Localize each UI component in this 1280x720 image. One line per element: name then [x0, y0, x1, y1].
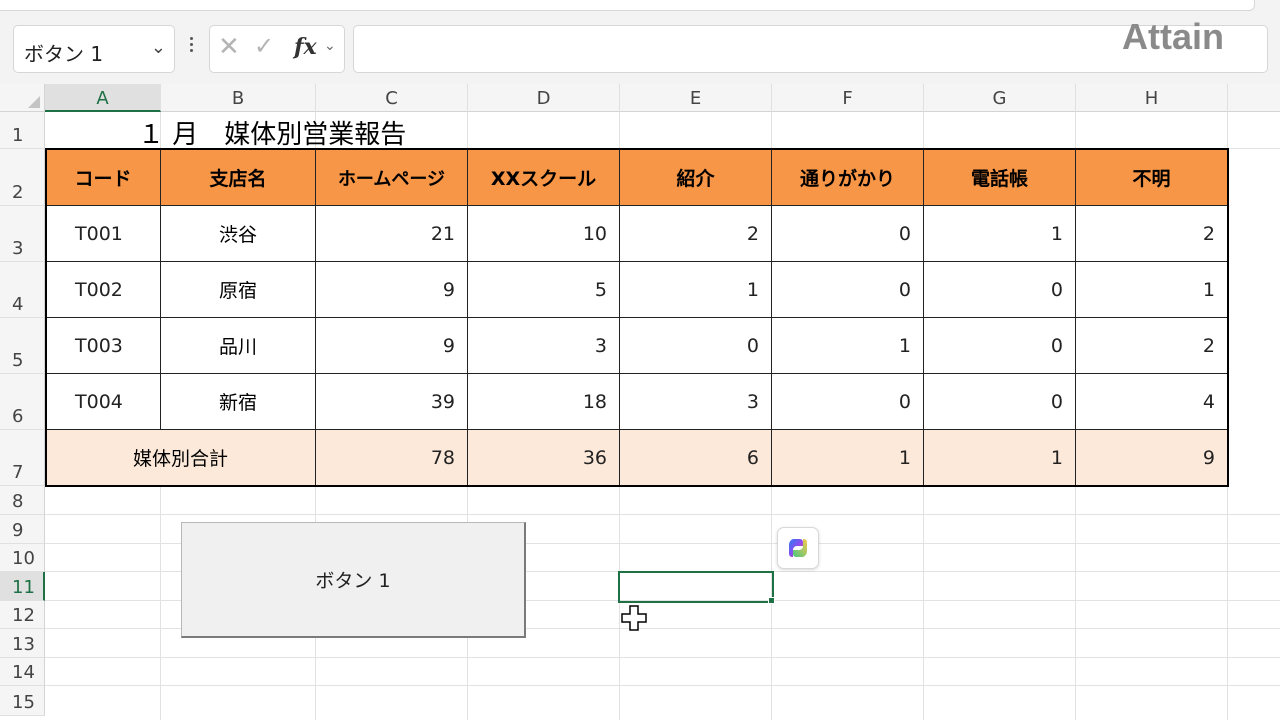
column-header[interactable]: A: [45, 84, 161, 112]
ribbon-edge: [0, 0, 1280, 14]
total-value-cell[interactable]: 1: [771, 429, 924, 486]
total-label-cell[interactable]: 媒体別合計: [45, 429, 316, 486]
chevron-down-icon[interactable]: ⌄: [324, 38, 336, 54]
total-value-cell[interactable]: 78: [315, 429, 468, 486]
value-cell[interactable]: 0: [923, 261, 1076, 318]
column-header[interactable]: D: [468, 84, 620, 112]
column-header-row: A B C D E F G H: [0, 84, 1280, 112]
header-cell[interactable]: ホームページ: [315, 149, 468, 206]
chevron-down-icon[interactable]: ⌄: [151, 37, 166, 58]
code-cell[interactable]: T001: [45, 205, 161, 262]
branch-cell[interactable]: 品川: [160, 317, 316, 374]
value-cell[interactable]: 0: [771, 373, 924, 430]
column-header[interactable]: H: [1076, 84, 1228, 112]
active-cell-selection[interactable]: [618, 571, 774, 603]
value-cell[interactable]: 0: [771, 261, 924, 318]
value-cell[interactable]: 10: [467, 205, 620, 262]
value-cell[interactable]: 0: [923, 317, 1076, 374]
row-header[interactable]: 9: [0, 515, 45, 544]
row-header[interactable]: 10: [0, 544, 45, 572]
worksheet-grid[interactable]: A B C D E F G H 1 2 3 4 5 6 7 8 9 10 11 …: [0, 84, 1280, 720]
cell-cursor-icon: [621, 605, 647, 635]
more-options-icon[interactable]: [185, 34, 197, 64]
row-header[interactable]: 5: [0, 318, 45, 374]
copilot-icon[interactable]: [777, 527, 819, 569]
row-header[interactable]: 1: [0, 112, 45, 149]
total-value-cell[interactable]: 6: [619, 429, 772, 486]
brand-logo: Attain: [1122, 16, 1224, 57]
name-box-value: ボタン 1: [24, 42, 104, 66]
value-cell[interactable]: 1: [923, 205, 1076, 262]
value-cell[interactable]: 1: [771, 317, 924, 374]
value-cell[interactable]: 1: [619, 261, 772, 318]
value-cell[interactable]: 9: [315, 261, 468, 318]
report-title: １ 月 媒体別営業報告: [138, 120, 407, 150]
select-all-corner[interactable]: [0, 84, 45, 112]
value-cell[interactable]: 4: [1075, 373, 1228, 430]
column-header[interactable]: E: [620, 84, 772, 112]
value-cell[interactable]: 3: [467, 317, 620, 374]
value-cell[interactable]: 2: [619, 205, 772, 262]
value-cell[interactable]: 9: [315, 317, 468, 374]
row-header[interactable]: 2: [0, 149, 45, 206]
total-value-cell[interactable]: 9: [1075, 429, 1228, 486]
cancel-icon[interactable]: ✕: [218, 32, 240, 62]
row-header[interactable]: 3: [0, 206, 45, 262]
value-cell[interactable]: 21: [315, 205, 468, 262]
value-cell[interactable]: 39: [315, 373, 468, 430]
fill-handle[interactable]: [768, 597, 775, 604]
value-cell[interactable]: 0: [619, 317, 772, 374]
enter-icon[interactable]: ✓: [254, 32, 274, 60]
form-control-button[interactable]: ボタン 1: [181, 522, 526, 638]
value-cell[interactable]: 3: [619, 373, 772, 430]
header-cell[interactable]: 通りがかり: [771, 149, 924, 206]
branch-cell[interactable]: 新宿: [160, 373, 316, 430]
row-header[interactable]: 4: [0, 262, 45, 318]
column-header[interactable]: G: [924, 84, 1076, 112]
branch-cell[interactable]: 原宿: [160, 261, 316, 318]
value-cell[interactable]: 0: [923, 373, 1076, 430]
value-cell[interactable]: 5: [467, 261, 620, 318]
row-header[interactable]: 13: [0, 629, 45, 658]
header-cell[interactable]: 紹介: [619, 149, 772, 206]
value-cell[interactable]: 0: [771, 205, 924, 262]
value-cell[interactable]: 18: [467, 373, 620, 430]
header-cell[interactable]: 支店名: [160, 149, 316, 206]
formula-actions: ✕ ✓ fx ⌄: [209, 25, 345, 73]
value-cell[interactable]: 2: [1075, 205, 1228, 262]
row-header[interactable]: 7: [0, 430, 45, 486]
row-header[interactable]: 8: [0, 486, 45, 515]
code-cell[interactable]: T002: [45, 261, 161, 318]
header-cell[interactable]: XXスクール: [467, 149, 620, 206]
branch-cell[interactable]: 渋谷: [160, 205, 316, 262]
row-header[interactable]: 14: [0, 658, 45, 686]
total-value-cell[interactable]: 36: [467, 429, 620, 486]
header-cell[interactable]: 不明: [1075, 149, 1228, 206]
insert-function-icon[interactable]: fx: [294, 34, 317, 60]
header-cell[interactable]: コード: [45, 149, 161, 206]
column-header[interactable]: C: [316, 84, 468, 112]
row-header[interactable]: 11: [0, 572, 45, 601]
column-header[interactable]: F: [772, 84, 924, 112]
total-value-cell[interactable]: 1: [923, 429, 1076, 486]
value-cell[interactable]: 1: [1075, 261, 1228, 318]
formula-bar: ボタン 1 ⌄ ✕ ✓ fx ⌄ Attain: [0, 14, 1280, 84]
code-cell[interactable]: T003: [45, 317, 161, 374]
code-cell[interactable]: T004: [45, 373, 161, 430]
row-header[interactable]: 6: [0, 374, 45, 430]
row-header[interactable]: 12: [0, 601, 45, 629]
name-box[interactable]: ボタン 1 ⌄: [13, 25, 175, 73]
column-header[interactable]: B: [161, 84, 316, 112]
value-cell[interactable]: 2: [1075, 317, 1228, 374]
row-header[interactable]: 15: [0, 686, 45, 716]
header-cell[interactable]: 電話帳: [923, 149, 1076, 206]
